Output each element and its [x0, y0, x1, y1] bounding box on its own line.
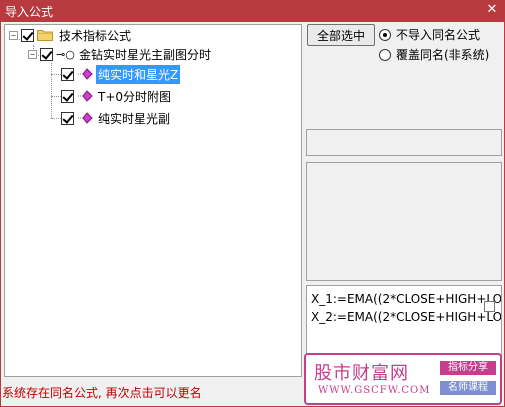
formula-checkbox[interactable] — [484, 301, 495, 312]
radio-button[interactable] — [379, 48, 391, 61]
collapse-icon[interactable]: − — [28, 49, 37, 59]
item-checkbox[interactable] — [61, 67, 74, 81]
tree-connector — [51, 74, 61, 75]
close-icon[interactable]: ✕ — [484, 2, 500, 18]
tree-connector — [51, 96, 61, 97]
title-bar[interactable]: 导入公式 ✕ — [0, 0, 505, 22]
tree-item-label: 纯实时和星光Z — [96, 64, 181, 84]
tree-node-root[interactable]: − 技术指标公式 — [9, 26, 133, 44]
formula-text: X_1:=EMA((2*CLOSE+HIGH+LOW)/4,8); X_2:=E… — [311, 292, 502, 324]
radio-label: 覆盖同名(非系统) — [396, 48, 490, 62]
window-title: 导入公式 — [5, 5, 54, 19]
root-checkbox[interactable] — [21, 28, 34, 42]
tree-node-label: 技术指标公式 — [59, 28, 132, 43]
tree-item-label: 纯实时星光副 — [98, 111, 171, 126]
name-panel — [306, 129, 502, 156]
watermark-badge: 指标分享 — [440, 361, 496, 375]
watermark-logo: 股市财富网 WWW.GSCFW.COM 指标分享 名师课程 — [304, 353, 502, 405]
formula-tree[interactable]: − 技术指标公式 − ⊸○ 金钻实时星光主副图分时 纯实时和星光Z T+0分时附… — [4, 24, 302, 377]
key-icon: ⊸○ — [56, 47, 75, 61]
formula-icon — [78, 68, 93, 80]
select-all-button[interactable]: 全部选中 — [307, 24, 375, 46]
radio-skip-duplicates[interactable]: 不导入同名公式 — [379, 26, 480, 43]
collapse-icon[interactable]: − — [9, 30, 18, 40]
tree-item[interactable]: 纯实时星光副 — [61, 109, 172, 127]
tree-item-label: T+0分时附图 — [98, 89, 172, 104]
description-panel — [306, 162, 502, 281]
tree-item[interactable]: 纯实时和星光Z — [61, 64, 181, 84]
item-checkbox[interactable] — [61, 111, 74, 125]
group-checkbox[interactable] — [40, 47, 53, 61]
item-checkbox[interactable] — [61, 89, 74, 103]
folder-icon — [37, 30, 53, 41]
radio-button[interactable] — [379, 28, 391, 41]
tree-node-label: 金钻实时星光主副图分时 — [79, 47, 212, 62]
status-message: 系统存在同名公式, 再次点击可以更名 — [2, 386, 202, 400]
watermark-name: 股市财富网 — [314, 363, 409, 384]
tree-connector — [51, 118, 61, 119]
radio-overwrite[interactable]: 覆盖同名(非系统) — [379, 46, 489, 63]
watermark-url: WWW.GSCFW.COM — [318, 385, 431, 396]
tree-connector — [51, 63, 52, 118]
tree-item[interactable]: T+0分时附图 — [61, 87, 173, 105]
formula-icon — [78, 112, 93, 124]
tree-node-group[interactable]: − ⊸○ 金钻实时星光主副图分时 — [28, 45, 213, 63]
formula-icon — [78, 90, 93, 102]
watermark-badge: 名师课程 — [440, 381, 496, 395]
radio-label: 不导入同名公式 — [396, 28, 481, 42]
